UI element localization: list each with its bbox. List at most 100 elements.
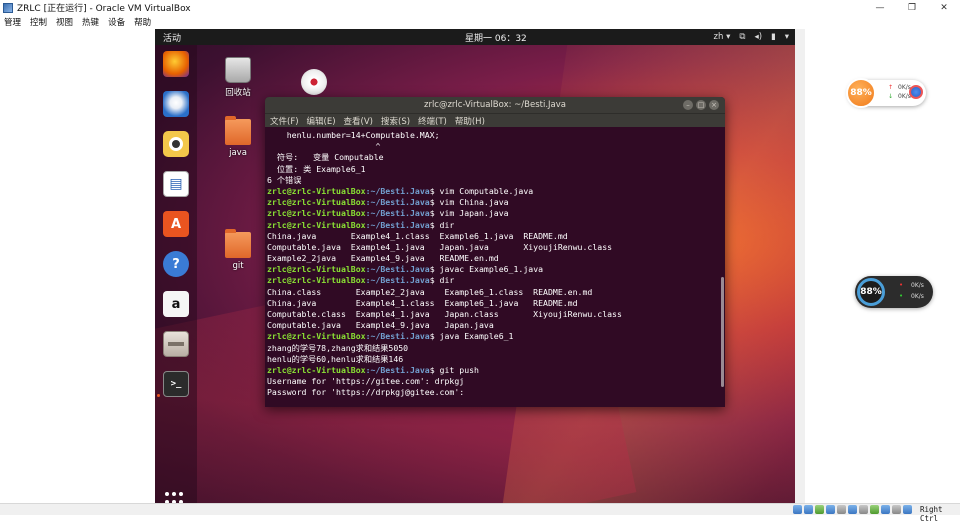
keyboard-icon[interactable] <box>903 505 912 514</box>
terminal-prompt-line: zrlc@zrlc-VirtualBox:~/Besti.Java$ git p… <box>267 365 725 376</box>
vm-device-icons <box>793 505 912 514</box>
host-menu-hotkey[interactable]: 热键 <box>82 16 99 28</box>
optical-drive-icon[interactable] <box>804 505 813 514</box>
terminal-output-line: henlu.number=14+Computable.MAX; <box>267 130 440 140</box>
hard-disk-icon[interactable] <box>793 505 802 514</box>
terminal-menubar: 文件(F) 编辑(E) 查看(V) 搜索(S) 终端(T) 帮助(H) <box>265 113 725 127</box>
terminal-output[interactable]: henlu.number=14+Computable.MAX; ^ 符号: 变量… <box>265 127 725 399</box>
terminal-output-line: Computable.java Example4_9.java Japan.ja… <box>267 320 494 331</box>
terminal-menu-search[interactable]: 搜索(S) <box>381 115 410 127</box>
prompt-path: :~/Besti.Java <box>365 197 430 208</box>
network-adapter-icon[interactable] <box>826 505 835 514</box>
download-speed: 0K/s <box>911 293 924 300</box>
terminal-menu-edit[interactable]: 编辑(E) <box>307 115 336 127</box>
desktop-icon-git[interactable]: git <box>213 229 263 271</box>
input-method-indicator[interactable]: zh ▾ <box>714 32 731 42</box>
prompt-command: $ vim China.java <box>429 197 509 208</box>
upload-arrow-icon: • <box>899 281 904 289</box>
terminal-output-line: ^ <box>267 141 381 152</box>
thunderbird-icon[interactable] <box>163 91 189 117</box>
terminal-output-line: henlu的学号60,henlu求和结果146 <box>267 353 404 364</box>
show-applications-icon[interactable] <box>165 492 187 503</box>
cpu-icon[interactable] <box>881 505 890 514</box>
terminal-prompt-line: zrlc@zrlc-VirtualBox:~/Besti.Java$ java … <box>267 331 725 342</box>
system-menu-arrow[interactable]: ▾ <box>785 32 789 42</box>
terminal-output-line: zhang的学号78,zhang求和结果5050 <box>267 342 409 353</box>
terminal-menu-view[interactable]: 查看(V) <box>344 115 373 127</box>
prompt-command: $ java Example6_1 <box>429 331 514 342</box>
terminal-output-line: Password for 'https://drpkgj@gitee.com': <box>267 387 465 398</box>
prompt-command: $ vim Japan.java <box>429 208 509 219</box>
activities-button[interactable]: 活动 <box>163 31 181 44</box>
host-close-button[interactable]: ✕ <box>928 0 960 15</box>
terminal-window[interactable]: zrlc@zrlc-VirtualBox: ~/Besti.Java – □ ×… <box>265 97 725 407</box>
usb-icon[interactable] <box>837 505 846 514</box>
host-menu-control[interactable]: 控制 <box>30 16 47 28</box>
terminal-titlebar[interactable]: zrlc@zrlc-VirtualBox: ~/Besti.Java – □ × <box>265 97 725 113</box>
battery-icon: ▮ <box>771 32 776 42</box>
host-menu-help[interactable]: 帮助 <box>134 16 151 28</box>
display-icon[interactable] <box>859 505 868 514</box>
panel-status-area[interactable]: zh ▾ ⧉ ◂) ▮ ▾ <box>714 32 789 42</box>
desktop-icon-java[interactable]: java <box>213 116 263 158</box>
firefox-icon[interactable] <box>163 51 189 77</box>
terminal-prompt-line: zrlc@zrlc-VirtualBox:~/Besti.Java$ javac… <box>267 264 725 275</box>
ubuntu-top-panel: 活动 星期一 06：32 zh ▾ ⧉ ◂) ▮ ▾ <box>155 29 795 45</box>
recording-icon[interactable] <box>870 505 879 514</box>
rhythmbox-icon[interactable] <box>163 131 189 157</box>
ubuntu-dock: ▤ A ? a >_ <box>155 45 197 503</box>
virtualbox-icon <box>3 2 13 13</box>
amazon-icon[interactable]: a <box>163 291 189 317</box>
host-menu-view[interactable]: 视图 <box>56 16 73 28</box>
desktop-icon-cd[interactable] <box>289 69 339 95</box>
network-speed-widget-dark[interactable]: 88% • 0K/s • 0K/s <box>855 276 933 308</box>
terminal-icon[interactable]: >_ <box>163 371 189 397</box>
host-minimize-button[interactable]: — <box>864 0 896 15</box>
folder-icon <box>225 229 251 258</box>
audio-icon[interactable] <box>815 505 824 514</box>
host-menu-devices[interactable]: 设备 <box>108 16 125 28</box>
download-arrow-icon: • <box>899 292 904 300</box>
prompt-user: zrlc@zrlc-VirtualBox <box>267 219 366 230</box>
host-menu-manage[interactable]: 管理 <box>4 16 21 28</box>
software-center-icon[interactable]: A <box>163 211 189 237</box>
terminal-maximize-button[interactable]: □ <box>696 100 706 110</box>
trash-icon <box>225 57 251 83</box>
accelerate-icon[interactable] <box>909 85 923 99</box>
clock[interactable]: 星期一 06：32 <box>465 31 527 44</box>
shared-folders-icon[interactable] <box>848 505 857 514</box>
network-icon: ⧉ <box>739 32 746 42</box>
terminal-window-buttons: – □ × <box>683 100 719 110</box>
terminal-scrollbar[interactable] <box>721 277 724 387</box>
terminal-prompt-line: zrlc@zrlc-VirtualBox:~/Besti.Java$ dir <box>267 220 725 231</box>
terminal-prompt-line: zrlc@zrlc-VirtualBox:~/Besti.Java$ vim C… <box>267 186 725 197</box>
terminal-menu-help[interactable]: 帮助(H) <box>455 115 485 127</box>
prompt-path: :~/Besti.Java <box>365 364 430 375</box>
mouse-integration-icon[interactable] <box>892 505 901 514</box>
libreoffice-writer-icon[interactable]: ▤ <box>163 171 189 197</box>
host-menubar: 管理 控制 视图 热键 设备 帮助 <box>0 15 960 29</box>
terminal-output-line: China.java Example4_1.class Example6_1.j… <box>267 297 578 308</box>
prompt-path: :~/Besti.Java <box>365 275 430 286</box>
prompt-user: zrlc@zrlc-VirtualBox <box>267 364 366 375</box>
help-icon[interactable]: ? <box>163 251 189 277</box>
host-vertical-scrollbar[interactable] <box>795 29 805 503</box>
terminal-output-line: 6 个错误 <box>267 174 302 185</box>
host-key-label: Right Ctrl <box>920 505 943 523</box>
prompt-path: :~/Besti.Java <box>365 219 430 230</box>
files-icon[interactable] <box>163 331 189 357</box>
terminal-output-line: China.class Example2_2java Example6_1.cl… <box>267 286 593 297</box>
vm-screen[interactable]: 活动 星期一 06：32 zh ▾ ⧉ ◂) ▮ ▾ ▤ A ? a >_ 回收… <box>155 29 795 503</box>
folder-icon <box>225 116 251 145</box>
terminal-minimize-button[interactable]: – <box>683 100 693 110</box>
prompt-command: $ javac Example6_1.java <box>429 264 544 275</box>
terminal-menu-file[interactable]: 文件(F) <box>270 115 299 127</box>
prompt-path: :~/Besti.Java <box>365 264 430 275</box>
desktop-icon-trash[interactable]: 回收站 <box>213 57 263 98</box>
prompt-command: $ git push <box>429 364 479 375</box>
terminal-menu-terminal[interactable]: 终端(T) <box>418 115 447 127</box>
host-maximize-button[interactable]: ❐ <box>896 0 928 15</box>
memory-usage-ball: 88% <box>846 78 876 108</box>
terminal-close-button[interactable]: × <box>709 100 719 110</box>
network-speed-widget[interactable]: 88% ↑ 0K/s ↓ 0K/s <box>846 78 926 108</box>
